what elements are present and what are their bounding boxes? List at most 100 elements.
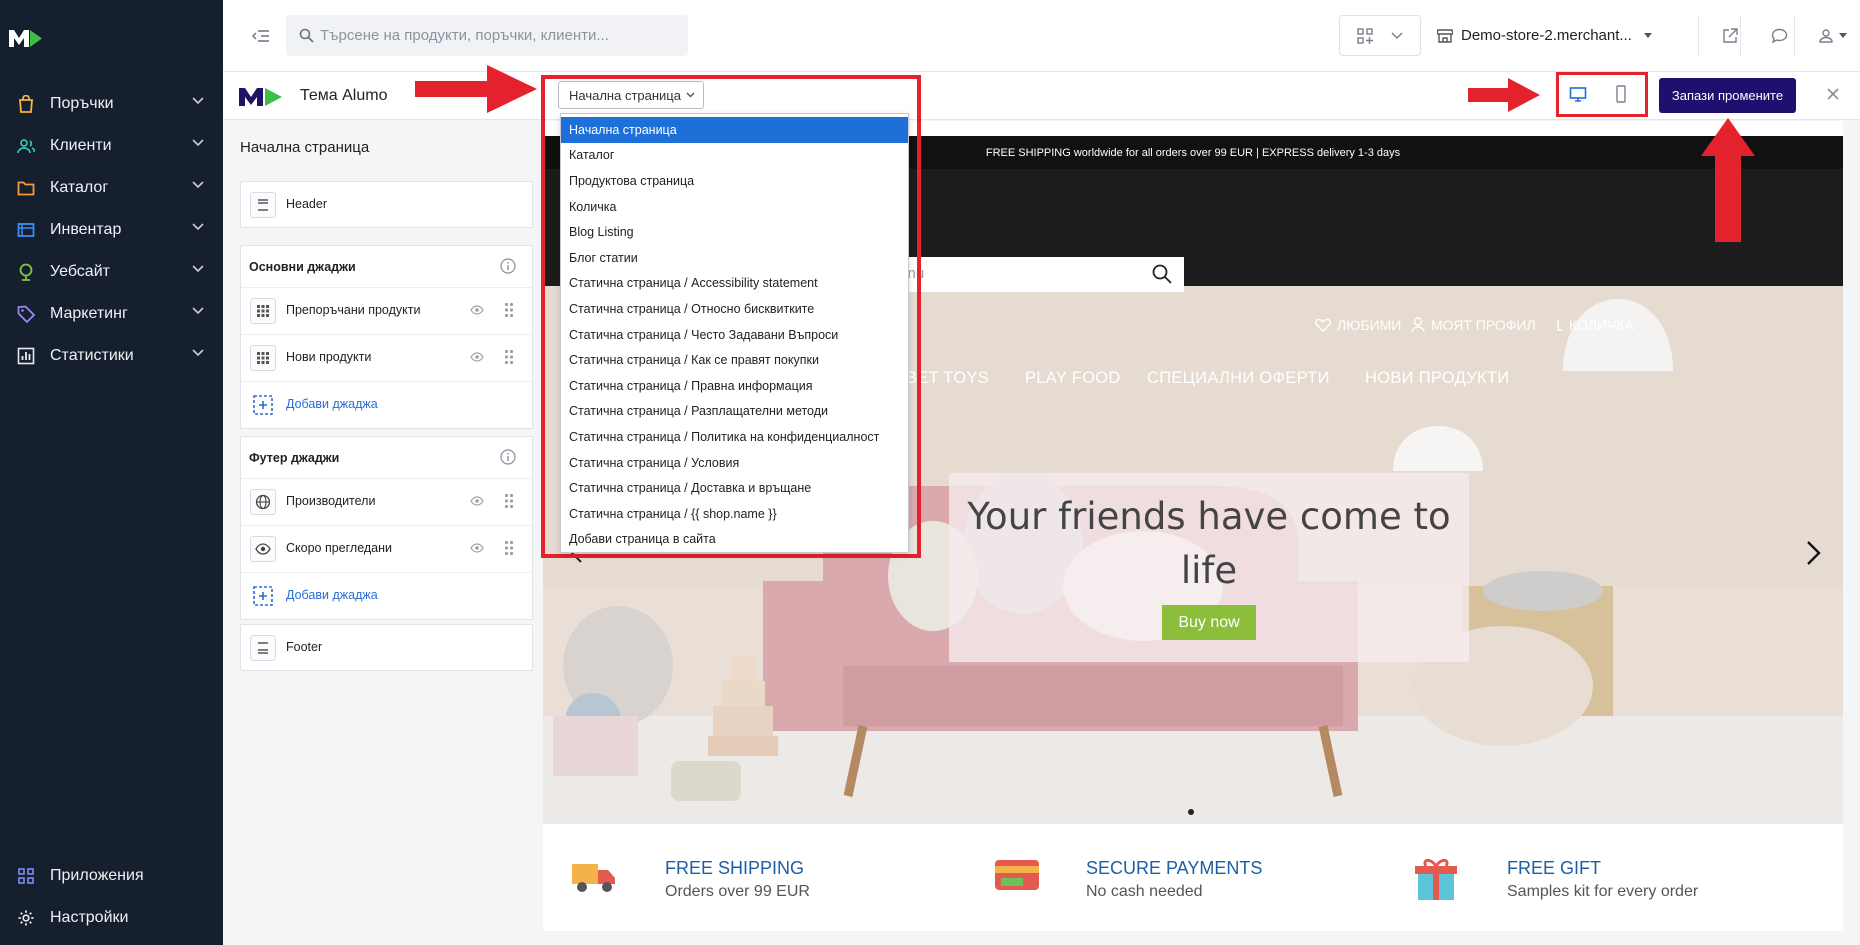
- dropdown-option[interactable]: Статична страница / Разплащателни методи: [561, 399, 908, 425]
- caret-down-icon: [1839, 33, 1847, 38]
- nav-item-label: Статистики: [50, 347, 134, 364]
- user-menu-button[interactable]: [1808, 15, 1858, 56]
- page-select-dropdown: Начална страница Каталог Продуктова страни…: [560, 113, 909, 553]
- dropdown-option[interactable]: Каталог: [561, 143, 908, 169]
- close-editor-button[interactable]: [1825, 86, 1841, 102]
- store-menu-item[interactable]: НОВИ ПРОДУКТИ: [1365, 369, 1509, 388]
- chevron-down-icon: [192, 181, 204, 189]
- save-changes-button[interactable]: Запази промените: [1659, 78, 1796, 113]
- drag-handle-icon[interactable]: [504, 540, 514, 556]
- header-label: Header: [286, 197, 327, 211]
- chat-button[interactable]: [1754, 15, 1804, 56]
- add-widget-icon: [250, 583, 276, 609]
- buy-now-button[interactable]: Buy now: [1162, 605, 1256, 640]
- global-search[interactable]: [286, 15, 688, 56]
- visibility-eye-icon[interactable]: [470, 496, 484, 506]
- favorites-label: ЛЮБИМИ: [1337, 317, 1402, 333]
- drag-handle-icon[interactable]: [504, 302, 514, 318]
- drag-handle-icon[interactable]: [504, 493, 514, 509]
- panel-title: Начална страница: [240, 139, 370, 156]
- nav-item-6[interactable]: Маркетинг: [0, 293, 223, 335]
- dropdown-option[interactable]: Статична страница / Политика на конфиден…: [561, 424, 908, 450]
- dropdown-option[interactable]: Статична страница / Често Задавани Въпро…: [561, 322, 908, 348]
- chevron-down-icon: [192, 349, 204, 357]
- dropdown-option[interactable]: Добави страница в сайта: [561, 527, 908, 553]
- nav-item-3[interactable]: Каталог: [0, 167, 223, 209]
- footer-card[interactable]: Footer: [240, 624, 533, 671]
- visibility-eye-icon[interactable]: [470, 305, 484, 315]
- mobile-view-button[interactable]: [1615, 85, 1627, 103]
- chevron-down-icon: [1391, 31, 1403, 40]
- nav-item-2[interactable]: Клиенти: [0, 125, 223, 167]
- footer-widgets-title: Футер джаджи: [249, 451, 340, 465]
- info-icon[interactable]: [500, 258, 516, 274]
- header-card[interactable]: Header: [240, 181, 533, 228]
- annotation-arrow-right-icon: [1468, 78, 1540, 112]
- header-row[interactable]: Header: [241, 182, 532, 229]
- search-icon: [299, 28, 314, 43]
- dropdown-option[interactable]: Статична страница / Доставка и връщане: [561, 475, 908, 501]
- brand-logo[interactable]: [8, 27, 44, 49]
- dropdown-option[interactable]: Продуктова страница: [561, 168, 908, 194]
- nav-item-label: Клиенти: [50, 137, 112, 154]
- feature-subtitle: Samples kit for every order: [1507, 883, 1699, 900]
- dropdown-option[interactable]: Статична страница / Условия: [561, 450, 908, 476]
- add-footer-widget-button[interactable]: Добави джаджа: [241, 573, 532, 620]
- search-input[interactable]: [320, 15, 680, 56]
- carousel-dot[interactable]: [1188, 809, 1194, 815]
- app-switcher[interactable]: [1339, 15, 1421, 56]
- feature-subtitle: No cash needed: [1086, 883, 1203, 900]
- footer-row[interactable]: Footer: [241, 625, 532, 672]
- dropdown-option[interactable]: Статична страница / Accessibility statem…: [561, 271, 908, 297]
- store-menu-item[interactable]: СПЕЦИАЛНИ ОФЕРТИ: [1147, 369, 1330, 388]
- widget-row[interactable]: Скоро прегледани: [241, 526, 532, 573]
- close-icon: [1825, 86, 1841, 102]
- store-menu-item[interactable]: PLAY FOOD: [1025, 369, 1121, 388]
- cart-link[interactable]: КОЛИЧКА: [1555, 317, 1634, 333]
- visibility-eye-icon[interactable]: [470, 352, 484, 362]
- desktop-icon: [1569, 85, 1587, 103]
- feature-subtitle: Orders over 99 EUR: [665, 883, 810, 900]
- desktop-view-button[interactable]: [1569, 85, 1587, 103]
- footer-widgets-card: Футер джаджи Производители Скоро преглед…: [240, 436, 533, 620]
- collapse-menu-button[interactable]: [246, 15, 276, 56]
- nav-bottom-item-2[interactable]: Настройки: [0, 897, 223, 939]
- dropdown-option[interactable]: Количка: [561, 194, 908, 220]
- nav-item-7[interactable]: Статистики: [0, 335, 223, 377]
- truck-icon: [570, 856, 618, 896]
- add-widget-label: Добави джаджа: [286, 397, 378, 411]
- search-icon[interactable]: [1152, 264, 1172, 284]
- widget-label: Скоро прегледани: [286, 541, 393, 555]
- carousel-next-button[interactable]: [1807, 541, 1821, 565]
- favorites-link[interactable]: ЛЮБИМИ: [1315, 317, 1401, 333]
- inventory-icon: [17, 221, 35, 239]
- widget-label: Препоръчани продукти: [286, 303, 421, 317]
- dropdown-option[interactable]: Статична страница / {{ shop.name }}: [561, 501, 908, 527]
- visibility-eye-icon[interactable]: [470, 543, 484, 553]
- nav-item-1[interactable]: Поръчки: [0, 83, 223, 125]
- widget-row[interactable]: Производители: [241, 479, 532, 526]
- open-store-button[interactable]: [1708, 15, 1752, 56]
- dropdown-option[interactable]: Статична страница / Правна информация: [561, 373, 908, 399]
- store-search-box[interactable]: xnu: [890, 257, 1184, 292]
- nav-item-5[interactable]: Уебсайт: [0, 251, 223, 293]
- main-navigation: Поръчки Клиенти Каталог Инвентар Уебсайт…: [0, 0, 223, 945]
- theme-name: Тема Alumo: [300, 87, 388, 104]
- dropdown-option[interactable]: Blog Listing: [561, 219, 908, 245]
- dropdown-option[interactable]: Статична страница / Относно бисквитките: [561, 296, 908, 322]
- dropdown-option[interactable]: Блог статии: [561, 245, 908, 271]
- feature-title: FREE GIFT: [1507, 858, 1601, 878]
- gift-icon: [1412, 856, 1460, 902]
- nav-item-4[interactable]: Инвентар: [0, 209, 223, 251]
- dropdown-option[interactable]: Статична страница / Как се правят покупк…: [561, 347, 908, 373]
- top-bar: Demo-store-2.merchant...: [223, 0, 1860, 72]
- info-icon[interactable]: [500, 449, 516, 465]
- widget-row[interactable]: Препоръчани продукти: [241, 288, 532, 335]
- dropdown-option[interactable]: Начална страница: [561, 117, 908, 143]
- profile-link[interactable]: МОЯТ ПРОФИЛ: [1411, 317, 1536, 333]
- add-widget-button[interactable]: Добави джаджа: [241, 382, 532, 429]
- drag-handle-icon[interactable]: [504, 349, 514, 365]
- nav-bottom-item-1[interactable]: Приложения: [0, 855, 223, 897]
- chevron-down-icon: [192, 265, 204, 273]
- widget-row[interactable]: Нови продукти: [241, 335, 532, 382]
